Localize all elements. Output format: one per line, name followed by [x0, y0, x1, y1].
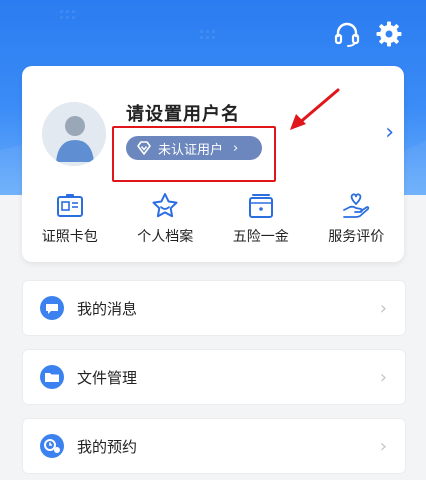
- chevron-right-icon: ›: [379, 366, 387, 388]
- verification-badge[interactable]: 未认证用户 ›: [126, 136, 262, 160]
- avatar[interactable]: [42, 102, 106, 166]
- profile-card: 请设置用户名 未认证用户 › › 证照卡包 个人档案 五险一金 服务评价: [22, 66, 404, 262]
- menu-item-appointments[interactable]: 我的预约 ›: [22, 418, 406, 474]
- username-label[interactable]: 请设置用户名: [126, 100, 240, 126]
- star-profile-icon: [150, 192, 180, 220]
- menu-item-label: 文件管理: [77, 368, 138, 387]
- quick-action-label: 服务评价: [328, 229, 385, 245]
- chevron-right-icon: ›: [233, 140, 239, 156]
- headset-icon[interactable]: [333, 20, 361, 48]
- gear-icon[interactable]: [375, 20, 403, 48]
- menu-item-label: 我的预约: [77, 437, 138, 456]
- wallet-icon: [246, 192, 276, 220]
- quick-action-label: 五险一金: [232, 229, 289, 245]
- chevron-right-icon: ›: [379, 297, 387, 319]
- hand-heart-icon: [341, 192, 371, 220]
- appointment-icon: [39, 433, 65, 459]
- menu-item-files[interactable]: 文件管理 ›: [22, 349, 406, 405]
- quick-actions: 证照卡包 个人档案 五险一金 服务评价: [22, 192, 404, 252]
- menu-item-label: 我的消息: [77, 299, 138, 318]
- quick-action-label: 个人档案: [137, 229, 194, 245]
- folder-icon: [39, 364, 65, 390]
- chevron-right-icon: ›: [379, 435, 387, 457]
- quick-action-label: 证照卡包: [41, 229, 98, 245]
- profile-chevron-icon[interactable]: ›: [385, 120, 394, 145]
- menu-item-messages[interactable]: 我的消息 ›: [22, 280, 406, 336]
- verification-badge-label: 未认证用户: [158, 142, 224, 158]
- quick-action-insurance-fund[interactable]: 五险一金: [216, 192, 306, 252]
- profile-screen: 请设置用户名 未认证用户 › › 证照卡包 个人档案 五险一金 服务评价 我的消…: [0, 0, 426, 480]
- message-icon: [39, 295, 65, 321]
- quick-action-service-rating[interactable]: 服务评价: [311, 192, 401, 252]
- quick-action-profile[interactable]: 个人档案: [120, 192, 210, 252]
- quick-action-id-cards[interactable]: 证照卡包: [25, 192, 115, 252]
- id-card-icon: [55, 192, 85, 220]
- diamond-icon: [136, 140, 152, 156]
